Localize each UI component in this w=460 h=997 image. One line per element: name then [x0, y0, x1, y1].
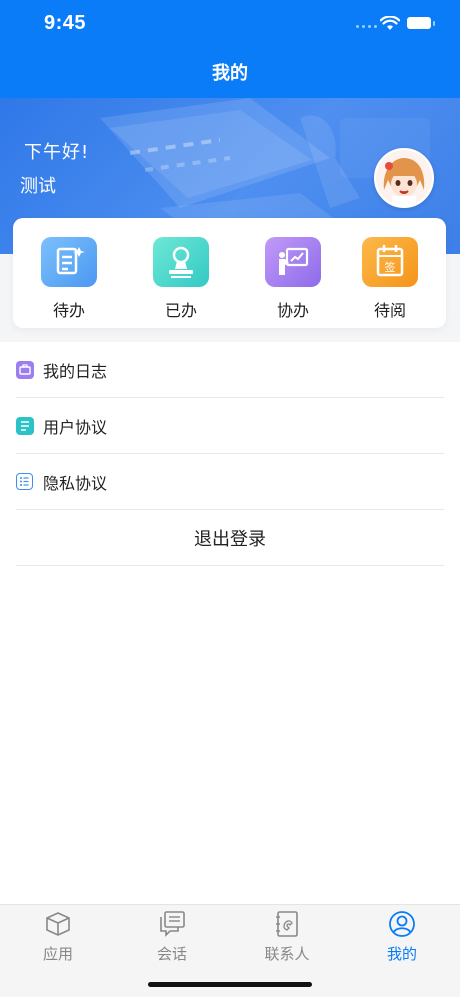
menu-item-my-log[interactable]: 我的日志 — [16, 342, 444, 398]
presentation-icon — [265, 237, 321, 287]
username-text: 测试 — [20, 176, 56, 197]
tab-label: 联系人 — [264, 945, 310, 963]
user-icon — [389, 911, 415, 937]
menu-item-privacy-policy[interactable]: 隐私协议 — [16, 454, 444, 510]
quick-action-assist[interactable]: 协办 — [258, 237, 328, 321]
briefcase-icon — [16, 361, 34, 379]
home-indicator — [148, 982, 312, 987]
tab-chat[interactable]: 会话 — [132, 909, 212, 964]
nav-bar: 我的 — [0, 50, 460, 98]
menu-item-label: 用户协议 — [43, 418, 108, 437]
tab-contacts[interactable]: 联系人 — [247, 909, 327, 964]
logout-label: 退出登录 — [194, 529, 266, 550]
calendar-sign-icon: 签 — [362, 237, 418, 287]
quick-action-done[interactable]: 已办 — [146, 237, 216, 321]
quick-action-todo[interactable]: 待办 — [34, 237, 104, 321]
quick-action-label: 已办 — [164, 301, 197, 320]
quick-action-label: 待阅 — [373, 301, 406, 320]
avatar[interactable] — [374, 148, 434, 208]
document-icon — [16, 417, 34, 435]
tab-me[interactable]: 我的 — [362, 909, 442, 964]
quick-actions-card: 待办 已办 协办 签 待阅 — [13, 218, 446, 328]
wifi-icon — [380, 16, 400, 30]
contacts-book-icon — [276, 911, 298, 937]
todo-icon — [41, 237, 97, 287]
avatar-image — [376, 150, 432, 206]
tab-apps[interactable]: 应用 — [18, 909, 98, 964]
quick-action-toread[interactable]: 签 待阅 — [355, 237, 425, 321]
quick-action-label: 协办 — [276, 301, 309, 320]
page-title: 我的 — [212, 63, 248, 84]
list-icon — [16, 473, 33, 490]
svg-text:签: 签 — [385, 260, 396, 274]
signal-icon — [356, 25, 377, 28]
menu-item-label: 隐私协议 — [43, 474, 108, 493]
status-bar: 9:45 — [0, 0, 460, 50]
tab-label: 应用 — [42, 945, 73, 963]
battery-icon — [407, 17, 435, 29]
tab-label: 会话 — [156, 945, 187, 963]
menu-item-label: 我的日志 — [43, 362, 108, 381]
cube-icon — [46, 912, 70, 936]
status-time: 9:45 — [44, 12, 87, 34]
menu-item-user-agreement[interactable]: 用户协议 — [16, 398, 444, 454]
done-stamp-icon — [153, 237, 209, 287]
greeting-text: 下午好! — [24, 142, 90, 163]
quick-action-label: 待办 — [52, 301, 85, 320]
menu-list: 我的日志 用户协议 隐私协议 退出登录 — [0, 342, 460, 904]
tab-label: 我的 — [386, 945, 417, 963]
chat-icon — [160, 911, 185, 937]
logout-button[interactable]: 退出登录 — [16, 510, 444, 566]
